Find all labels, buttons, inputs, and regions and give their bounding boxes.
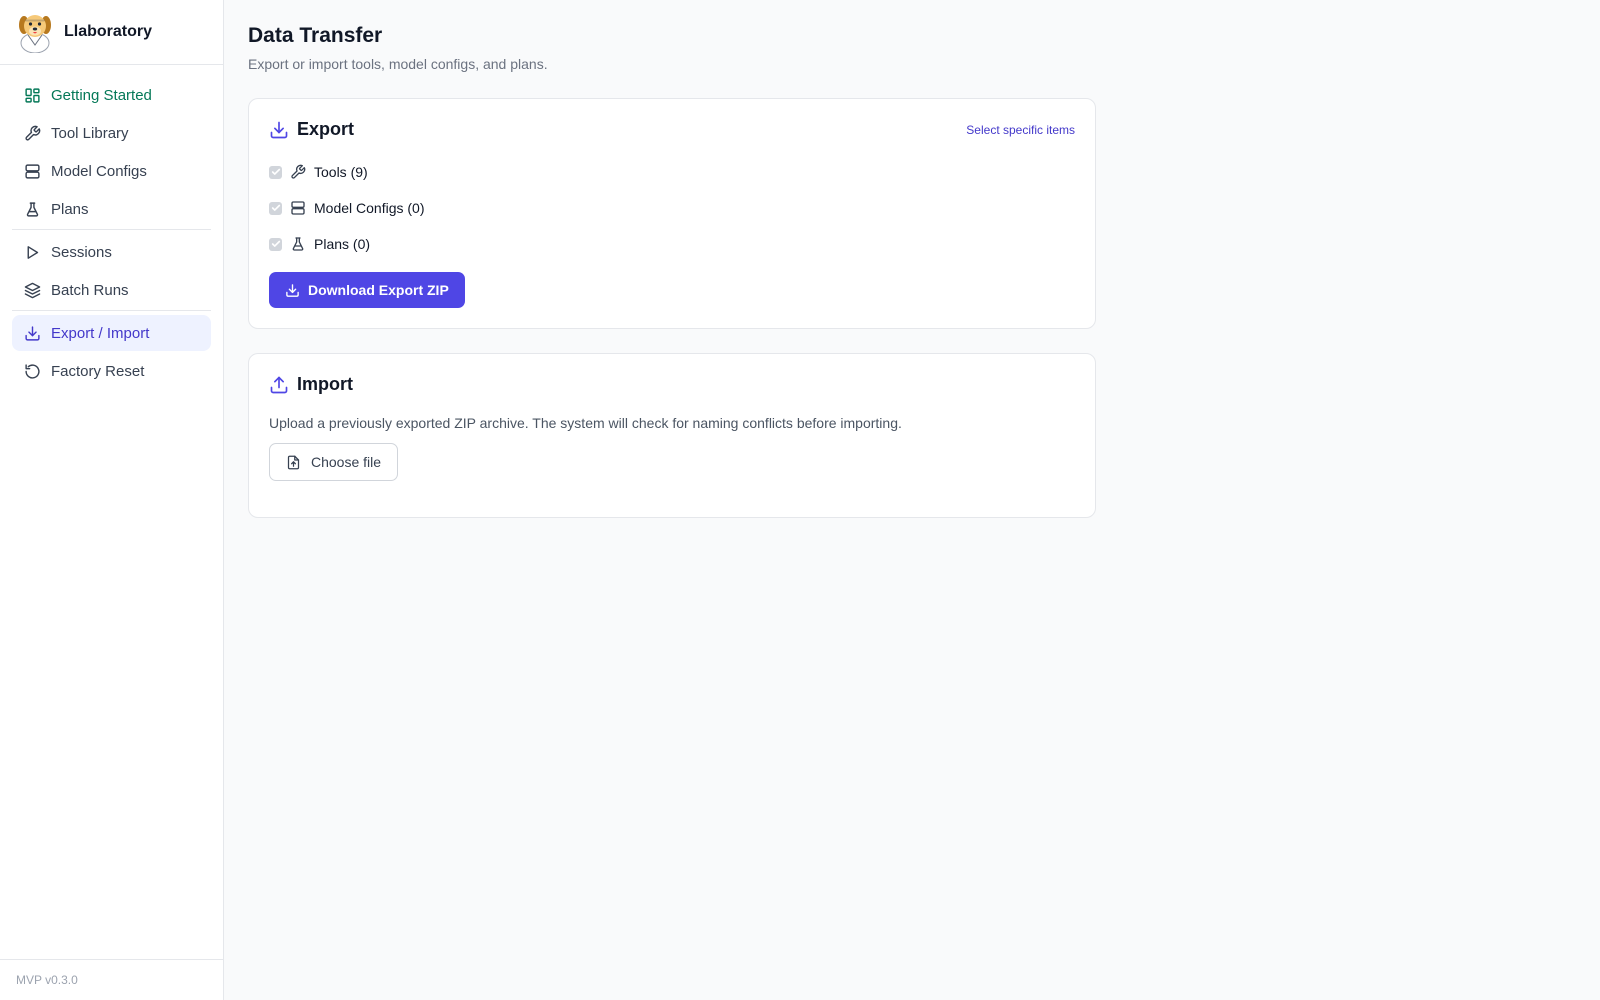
sidebar-item-factory-reset[interactable]: Factory Reset [12, 353, 211, 389]
main-content: Data Transfer Export or import tools, mo… [224, 0, 1600, 1000]
upload-icon [270, 376, 288, 393]
export-item-label: Model Configs (0) [314, 200, 425, 216]
model-configs-checkbox[interactable] [269, 201, 282, 215]
export-item-tools: Tools (9) [269, 154, 1075, 190]
sidebar-item-getting-started[interactable]: Getting Started [12, 77, 211, 113]
download-export-zip-button[interactable]: Download Export ZIP [269, 272, 465, 308]
nav-divider [12, 229, 211, 230]
choose-file-button[interactable]: Choose file [269, 443, 399, 481]
download-export-zip-label: Download Export ZIP [308, 282, 449, 298]
sidebar-item-tool-library[interactable]: Tool Library [12, 115, 211, 151]
import-card: Import Upload a previously exported ZIP … [248, 353, 1096, 518]
wrench-icon [291, 164, 306, 179]
page-title: Data Transfer [248, 24, 383, 47]
export-item-label: Plans (0) [314, 236, 371, 252]
download-icon [25, 325, 40, 341]
sidebar-item-export-import[interactable]: Export / Import [12, 315, 211, 351]
tools-checkbox[interactable] [269, 165, 282, 179]
sidebar-item-label: Sessions [51, 243, 112, 261]
choose-file-label: Choose file [311, 454, 382, 470]
sidebar-item-label: Export / Import [51, 324, 150, 342]
flask-icon [26, 201, 39, 217]
checkmark-icon [271, 240, 280, 247]
sidebar-item-model-configs[interactable]: Model Configs [12, 153, 211, 189]
sidebar-item-label: Batch Runs [51, 281, 129, 299]
export-card-header: Export Select specific items [269, 119, 1075, 140]
page-subtitle: Export or import tools, model configs, a… [248, 56, 548, 72]
sidebar-item-label: Getting Started [51, 86, 152, 104]
sidebar-item-batch-runs[interactable]: Batch Runs [12, 272, 211, 308]
play-icon [27, 245, 39, 259]
nav-divider [12, 310, 211, 311]
sidebar-item-label: Tool Library [51, 124, 129, 142]
import-title-text: Import [297, 374, 353, 394]
wrench-icon [25, 125, 41, 141]
import-title: Import [269, 374, 353, 395]
brand-name: Llaboratory [64, 23, 153, 40]
sidebar-item-label: Plans [51, 200, 89, 218]
export-title: Export [269, 119, 354, 140]
dog-lab-mascot-icon [19, 15, 51, 53]
download-icon [270, 121, 288, 138]
layers-icon [24, 282, 41, 298]
file-upload-icon [287, 455, 300, 469]
export-item-model-configs: Model Configs (0) [269, 190, 1075, 226]
plans-checkbox[interactable] [269, 237, 282, 251]
sidebar-item-label: Factory Reset [51, 362, 145, 380]
dashboard-icon [25, 87, 40, 103]
checkmark-icon [271, 204, 280, 211]
export-card: Export Select specific items Tools (9) M… [248, 98, 1096, 329]
server-icon [291, 201, 305, 215]
checkmark-icon [271, 168, 280, 175]
sidebar: Llaboratory Getting Started Tool Library [0, 0, 224, 1000]
import-card-header: Import [269, 374, 1075, 395]
export-item-label: Tools (9) [314, 164, 368, 180]
sidebar-item-plans[interactable]: Plans [12, 191, 211, 227]
export-item-list: Tools (9) Model Configs (0) Plans (0) [269, 154, 1075, 262]
export-title-text: Export [297, 119, 355, 139]
export-item-plans: Plans (0) [269, 226, 1075, 262]
sidebar-nav: Getting Started Tool Library Model Confi… [0, 65, 223, 391]
sidebar-item-label: Model Configs [51, 162, 147, 180]
flask-icon [292, 237, 304, 251]
download-icon [286, 283, 299, 297]
import-description: Upload a previously exported ZIP archive… [269, 415, 902, 431]
sidebar-item-sessions[interactable]: Sessions [12, 234, 211, 270]
reset-icon [25, 363, 40, 379]
brand-header[interactable]: Llaboratory [0, 0, 223, 65]
select-specific-items-link[interactable]: Select specific items [966, 123, 1075, 137]
version-label: MVP v0.3.0 [0, 959, 223, 1000]
server-icon [25, 163, 40, 179]
